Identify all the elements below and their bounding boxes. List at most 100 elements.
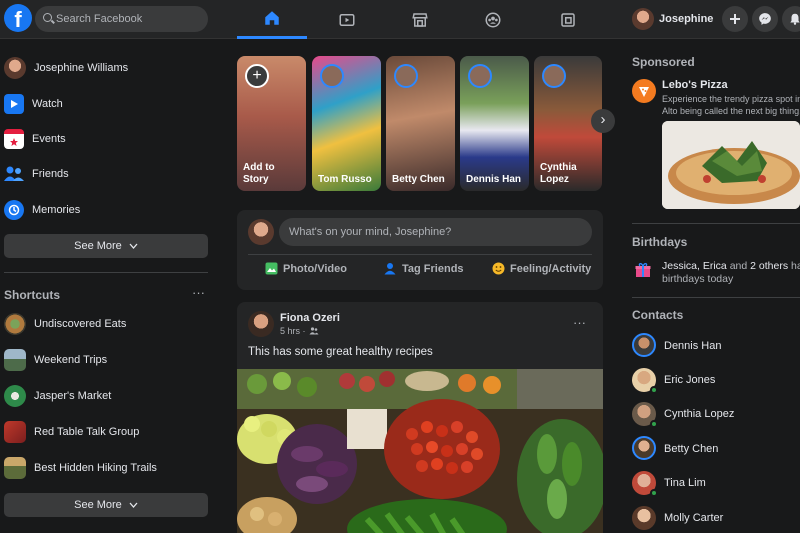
post-composer: What's on your mind, Josephine? Photo/Vi… xyxy=(237,210,603,290)
sidebar-item-profile[interactable]: Josephine Williams xyxy=(4,53,128,83)
ad-image[interactable] xyxy=(662,121,800,209)
birthdays-text-line2: birthdays today xyxy=(662,273,734,285)
tab-watch[interactable] xyxy=(312,0,382,39)
tag-friends-button[interactable]: Tag Friends xyxy=(384,262,464,275)
divider xyxy=(4,272,208,273)
shortcuts-menu-button[interactable]: ··· xyxy=(192,285,205,300)
avatar xyxy=(632,402,658,428)
shortcut-item[interactable]: Red Table Talk Group xyxy=(4,417,139,447)
memories-icon xyxy=(4,200,24,220)
avatar xyxy=(632,368,658,394)
avatar xyxy=(320,64,344,88)
online-indicator xyxy=(650,489,658,497)
notifications-button[interactable] xyxy=(782,6,800,32)
sidebar-item-label: Josephine Williams xyxy=(34,62,129,74)
shortcut-item[interactable]: Jasper's Market xyxy=(4,381,111,411)
shortcut-item[interactable]: Best Hidden Hiking Trails xyxy=(4,453,157,483)
tab-groups[interactable] xyxy=(458,0,528,39)
messenger-button[interactable] xyxy=(752,6,778,32)
friends-icon xyxy=(4,164,24,184)
produce-market-photo xyxy=(237,369,603,533)
friends-privacy-icon xyxy=(309,327,319,335)
avatar xyxy=(632,506,656,530)
shortcut-label: Red Table Talk Group xyxy=(34,426,140,438)
story-item[interactable]: Tom Russo xyxy=(312,56,381,191)
contact-name: Eric Jones xyxy=(664,374,716,386)
shortcut-thumbnail xyxy=(4,385,26,407)
sponsored-title: Sponsored xyxy=(632,55,695,69)
post-menu-button[interactable]: ··· xyxy=(573,315,586,330)
divider xyxy=(248,254,592,255)
story-item[interactable]: Betty Chen xyxy=(386,56,455,191)
contact-item[interactable]: Dennis Han xyxy=(632,332,721,360)
shortcut-item[interactable]: Undiscovered Eats xyxy=(4,309,126,339)
story-name: Tom Russo xyxy=(318,174,372,185)
post-image[interactable] xyxy=(237,369,603,533)
contact-item[interactable]: Eric Jones xyxy=(632,366,715,394)
shortcut-thumbnail xyxy=(4,457,26,479)
events-icon xyxy=(4,129,24,149)
contact-name: Betty Chen xyxy=(664,443,719,455)
stories-next-button[interactable]: › xyxy=(591,109,615,133)
sidebar-item-label: Memories xyxy=(32,204,81,216)
see-more-label: See More xyxy=(74,499,122,511)
story-add[interactable]: + Add to Story xyxy=(237,56,306,191)
see-more-button[interactable]: See More xyxy=(4,234,208,258)
messenger-icon xyxy=(759,13,771,25)
feeling-activity-button[interactable]: Feeling/Activity xyxy=(492,262,591,275)
advertiser-name[interactable]: Lebo's Pizza xyxy=(662,79,728,91)
sidebar-item-watch[interactable]: Watch xyxy=(4,89,63,119)
facebook-logo-icon[interactable]: f xyxy=(4,4,32,32)
post-time[interactable]: 5 hrs · xyxy=(280,326,306,336)
status-input[interactable]: What's on your mind, Josephine? xyxy=(279,218,592,246)
post-meta: 5 hrs · xyxy=(280,326,319,336)
right-rail: Sponsored Lebo's Pizza Experience the tr… xyxy=(625,39,800,533)
shortcut-thumbnail xyxy=(4,421,26,443)
contact-item[interactable]: Tina Lim xyxy=(632,469,706,497)
sidebar-item-memories[interactable]: Memories xyxy=(4,195,80,225)
contact-item[interactable]: Molly Carter xyxy=(632,504,723,532)
shortcuts-see-more-button[interactable]: See More xyxy=(4,493,208,517)
contact-name: Tina Lim xyxy=(664,477,706,489)
search-icon xyxy=(43,13,52,22)
sidebar-item-label: Watch xyxy=(32,98,63,110)
avatar[interactable] xyxy=(248,311,274,337)
contact-item[interactable]: Betty Chen xyxy=(632,435,718,463)
post-author[interactable]: Fiona Ozeri xyxy=(280,312,340,324)
photo-video-button[interactable]: Photo/Video xyxy=(265,262,347,275)
story-name: Betty Chen xyxy=(392,174,445,185)
notifications-icon xyxy=(790,13,800,25)
tab-marketplace[interactable] xyxy=(385,0,455,39)
sidebar-item-label: Events xyxy=(32,133,66,145)
profile-chip[interactable]: Josephine xyxy=(632,6,713,32)
avatar xyxy=(542,64,566,88)
story-item[interactable]: Dennis Han xyxy=(460,56,529,191)
birthdays-text[interactable]: Jessica, Erica and 2 others have xyxy=(662,260,800,272)
story-name: Cynthia Lopez xyxy=(540,162,577,185)
tag-friends-icon xyxy=(384,263,396,275)
chevron-down-icon xyxy=(129,502,138,508)
marketplace-icon xyxy=(412,12,428,27)
sidebar-item-events[interactable]: Events xyxy=(4,124,66,154)
tab-home[interactable] xyxy=(237,0,307,39)
search-input[interactable]: Search Facebook xyxy=(35,6,208,32)
feeling-activity-icon xyxy=(492,262,505,275)
contact-item[interactable]: Cynthia Lopez xyxy=(632,400,734,428)
shortcut-item[interactable]: Weekend Trips xyxy=(4,345,107,375)
profile-name: Josephine xyxy=(659,13,714,25)
lebos-pizza-logo[interactable] xyxy=(632,79,656,103)
tab-gaming[interactable] xyxy=(533,0,603,39)
avatar xyxy=(632,332,656,360)
avatar xyxy=(632,8,654,30)
plus-icon xyxy=(730,14,740,24)
search-placeholder: Search Facebook xyxy=(56,13,143,25)
post-text: This has some great healthy recipes xyxy=(248,346,433,358)
create-button[interactable] xyxy=(722,6,748,32)
shortcut-thumbnail xyxy=(4,313,26,335)
sidebar-item-friends[interactable]: Friends xyxy=(4,159,69,189)
shortcuts-title: Shortcuts xyxy=(4,288,61,302)
avatar xyxy=(632,435,656,463)
contact-name: Molly Carter xyxy=(664,512,724,524)
contacts-title: Contacts xyxy=(632,308,684,322)
shortcut-thumbnail xyxy=(4,349,26,371)
